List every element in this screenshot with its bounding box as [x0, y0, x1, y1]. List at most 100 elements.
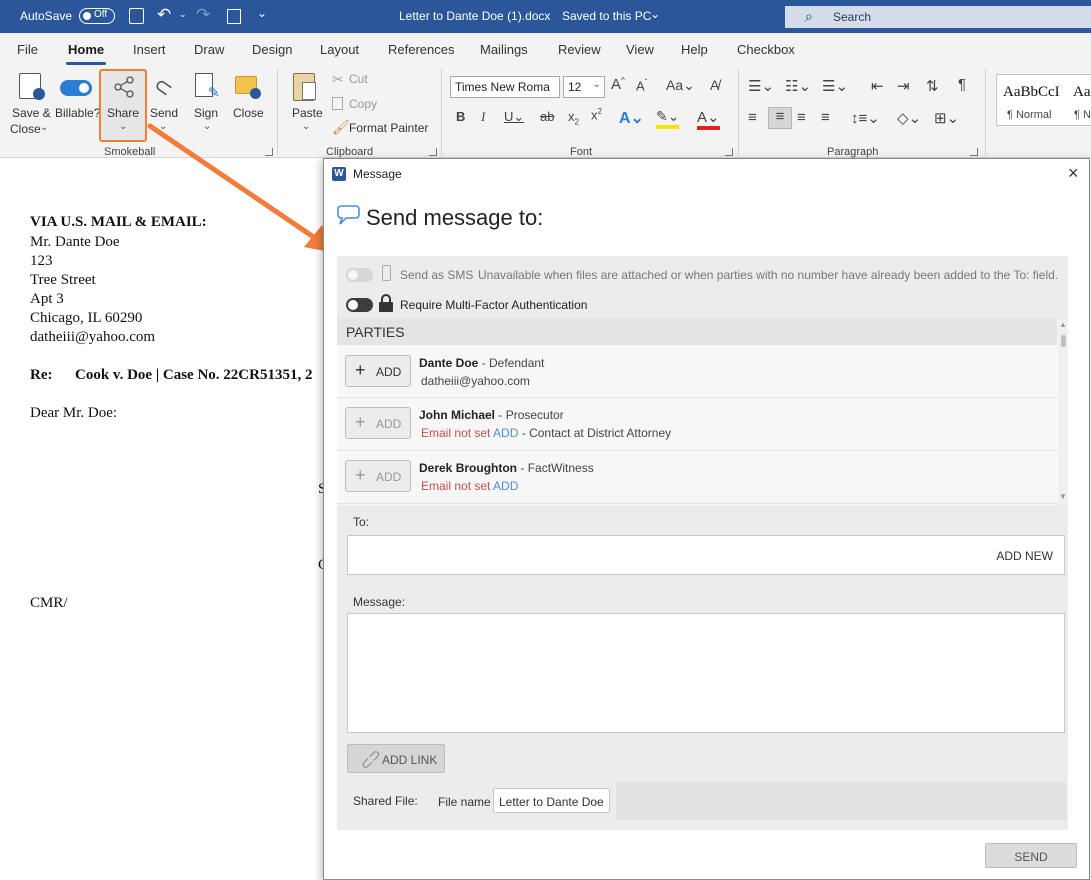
decrease-indent-icon[interactable]: ⇤: [871, 77, 884, 95]
save-status[interactable]: Saved to this PC: [562, 9, 651, 23]
tab-insert[interactable]: Insert: [133, 42, 166, 57]
smokeball-launcher-icon[interactable]: [265, 148, 273, 156]
add-party-button[interactable]: + ADD: [345, 355, 411, 387]
tab-review[interactable]: Review: [558, 42, 601, 57]
to-field[interactable]: ADD NEW: [347, 535, 1065, 575]
sign-button[interactable]: ✎ Sign ⌄: [190, 70, 224, 142]
borders-icon[interactable]: ⊞⌄: [934, 109, 959, 127]
add-email-link[interactable]: ADD: [493, 426, 518, 440]
clear-formatting-icon[interactable]: A̸: [710, 77, 719, 93]
doc-line-email: datheiii@yahoo.com: [30, 329, 156, 345]
party-name: Dante Doe - Defendant: [419, 356, 545, 370]
tab-draw[interactable]: Draw: [194, 42, 224, 57]
scroll-thumb[interactable]: [1061, 335, 1066, 347]
sort-icon[interactable]: ⇅: [926, 77, 939, 95]
add-new-button[interactable]: ADD NEW: [996, 549, 1053, 563]
clipboard-launcher-icon[interactable]: [429, 148, 437, 156]
send-button[interactable]: SEND: [985, 843, 1077, 868]
font-name-value: Times New Roma: [455, 80, 550, 94]
tab-checkbox[interactable]: Checkbox: [737, 42, 795, 57]
font-name-select[interactable]: Times New Roma: [450, 76, 560, 98]
scroll-down-icon[interactable]: ▼: [1059, 492, 1067, 501]
numbering-icon[interactable]: ☷⌄: [785, 77, 811, 95]
style-normal[interactable]: AaBbCcI ¶ Normal: [996, 74, 1069, 126]
send-dropdown-icon: ⌄: [159, 121, 168, 132]
mfa-toggle[interactable]: [346, 298, 373, 312]
bold-icon[interactable]: B: [456, 109, 465, 124]
touch-mode-icon[interactable]: [227, 9, 241, 24]
align-left-icon[interactable]: ≡: [748, 109, 757, 126]
redo-icon[interactable]: ↷: [196, 5, 210, 25]
add-party-button[interactable]: + ADD: [345, 407, 411, 439]
paragraph-group-label: Paragraph: [827, 146, 879, 158]
bullets-icon[interactable]: ☰⌄: [748, 77, 774, 95]
shared-file-box: File name Letter to Dante Doe: [427, 782, 1066, 820]
subscript-icon[interactable]: x2: [568, 109, 579, 127]
save-close-button[interactable]: Save & Close ⌄: [8, 70, 54, 142]
save-close-badge-icon: [33, 88, 45, 100]
font-launcher-icon[interactable]: [725, 148, 733, 156]
italic-icon[interactable]: I: [481, 109, 485, 125]
undo-icon[interactable]: ↶: [157, 5, 171, 25]
increase-indent-icon[interactable]: ⇥: [897, 77, 910, 95]
strikethrough-icon[interactable]: ab: [540, 109, 554, 124]
line-spacing-icon[interactable]: ↕≡⌄: [851, 109, 880, 127]
copy-button[interactable]: Copy: [332, 95, 392, 113]
add-email-link[interactable]: ADD: [493, 479, 518, 493]
font-size-select[interactable]: 12 ⌄: [563, 76, 605, 98]
tab-references[interactable]: References: [388, 42, 454, 57]
shading-icon[interactable]: ◇⌄: [897, 109, 921, 127]
save-icon[interactable]: [129, 8, 144, 24]
close-matter-button[interactable]: Close: [230, 70, 266, 142]
file-name-input[interactable]: Letter to Dante Doe: [493, 788, 610, 813]
tab-help[interactable]: Help: [681, 42, 708, 57]
send-button[interactable]: ⊂ Send ⌄: [148, 70, 182, 142]
paperclip-icon: ⊂: [148, 71, 179, 103]
document-page[interactable]: VIA U.S. MAIL & EMAIL: Mr. Dante Doe 123…: [0, 159, 328, 880]
customize-toolbar-icon[interactable]: ⌄: [257, 6, 267, 20]
parties-scrollbar[interactable]: ▲ ▼: [1058, 319, 1068, 505]
underline-icon[interactable]: U⌄: [504, 109, 524, 125]
change-case-icon[interactable]: Aa⌄: [666, 77, 695, 94]
tab-layout[interactable]: Layout: [320, 42, 359, 57]
add-link-button[interactable]: ⊂⊃ ADD LINK: [347, 744, 445, 773]
tab-design[interactable]: Design: [252, 42, 292, 57]
font-color-icon[interactable]: A⌄: [697, 108, 720, 130]
autosave-toggle[interactable]: Off: [79, 8, 115, 24]
grow-font-icon[interactable]: A^: [611, 76, 625, 93]
title-bar: AutoSave Off ↶ ⌄ ↷ ⌄ Letter to Dante Doe…: [0, 0, 1091, 33]
share-button[interactable]: Share ⌄: [99, 69, 147, 142]
save-status-chevron-icon[interactable]: ⌄: [650, 7, 660, 21]
billable-label: Billable?: [55, 106, 101, 120]
tab-mailings[interactable]: Mailings: [480, 42, 528, 57]
sms-toggle[interactable]: [346, 268, 373, 282]
style-no-spacing[interactable]: Aa ¶ N: [1068, 74, 1091, 126]
message-textarea[interactable]: [347, 613, 1065, 733]
party-email: datheiii@yahoo.com: [421, 374, 530, 388]
align-center-icon[interactable]: ≡: [768, 107, 792, 129]
search-box[interactable]: ⌕ Search: [785, 6, 1091, 28]
tab-home[interactable]: Home: [65, 42, 107, 65]
doc-re-label: Re:: [30, 367, 53, 383]
paste-button[interactable]: Paste ⌄: [287, 70, 327, 142]
format-painter-button[interactable]: 🖌 Format Painter: [332, 119, 432, 137]
superscript-icon[interactable]: x2: [591, 107, 602, 122]
scroll-up-icon[interactable]: ▲: [1059, 320, 1067, 329]
tab-view[interactable]: View: [626, 42, 654, 57]
tab-file[interactable]: File: [17, 42, 38, 57]
billable-button[interactable]: Billable?: [54, 70, 100, 142]
cut-button[interactable]: ✂ Cut: [332, 71, 392, 89]
add-party-button[interactable]: + ADD: [345, 460, 411, 492]
show-formatting-icon[interactable]: ¶: [958, 76, 966, 93]
undo-dropdown-icon[interactable]: ⌄: [179, 9, 187, 20]
text-effects-icon[interactable]: A⌄: [619, 108, 644, 128]
highlight-color-icon[interactable]: ✎⌄: [656, 108, 680, 129]
shrink-font-icon[interactable]: Aˇ: [636, 78, 647, 93]
font-size-dropdown-icon: ⌄: [592, 79, 601, 90]
align-right-icon[interactable]: ≡: [797, 109, 806, 126]
paragraph-launcher-icon[interactable]: [970, 148, 978, 156]
justify-icon[interactable]: ≡: [821, 109, 830, 126]
parties-list[interactable]: PARTIES + ADD Dante Doe - Defendant dath…: [337, 319, 1068, 505]
close-icon[interactable]: ×: [1068, 163, 1079, 184]
multilevel-list-icon[interactable]: ☰⌄: [822, 77, 848, 95]
